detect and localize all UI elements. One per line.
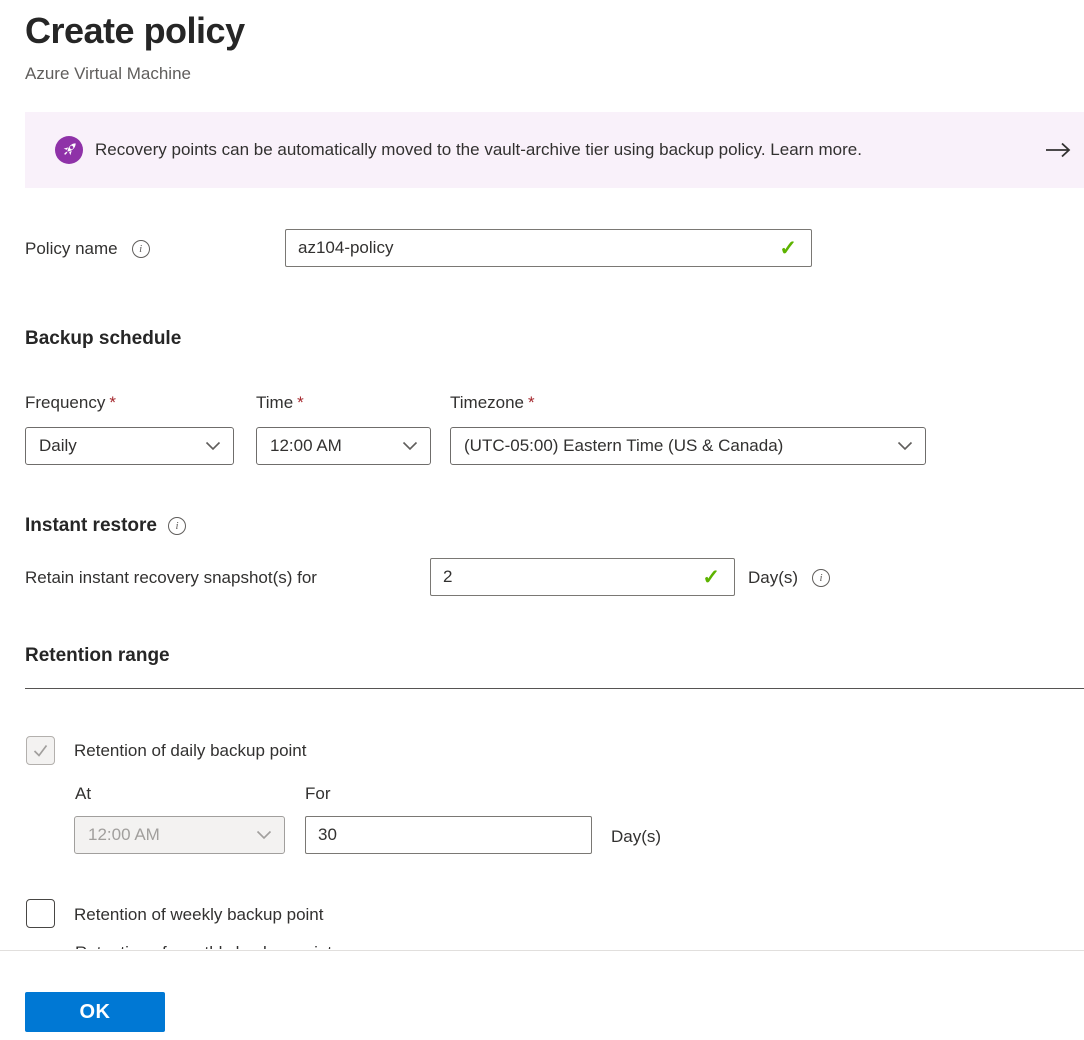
info-icon[interactable]: i xyxy=(132,240,150,258)
for-label: For xyxy=(305,784,331,804)
chevron-down-icon xyxy=(897,441,913,451)
timezone-label: Timezone* xyxy=(450,393,535,413)
retain-snapshot-label: Retain instant recovery snapshot(s) for xyxy=(25,568,317,588)
page-title: Create policy xyxy=(25,10,245,52)
daily-for-input[interactable] xyxy=(306,825,591,845)
frequency-dropdown[interactable]: Daily xyxy=(25,427,234,465)
policy-name-input[interactable] xyxy=(286,238,779,258)
backup-schedule-heading: Backup schedule xyxy=(25,328,181,350)
daily-at-value: 12:00 AM xyxy=(88,825,160,845)
section-divider xyxy=(25,688,1084,689)
footer-bar: OK xyxy=(0,950,1084,1040)
chevron-down-icon xyxy=(402,441,418,451)
chevron-down-icon xyxy=(205,441,221,451)
valid-check-icon: ✓ xyxy=(702,567,734,588)
required-marker: * xyxy=(109,393,116,412)
clipped-next-section-text: Retention of monthly backup point xyxy=(75,941,415,949)
rocket-icon xyxy=(55,136,83,164)
weekly-retention-checkbox[interactable] xyxy=(26,899,55,928)
vault-archive-banner: Recovery points can be automatically mov… xyxy=(25,112,1084,188)
info-icon[interactable]: i xyxy=(812,569,830,587)
snapshot-days-input[interactable] xyxy=(431,567,702,587)
retention-range-heading: Retention range xyxy=(25,645,170,667)
ok-button[interactable]: OK xyxy=(25,992,165,1032)
policy-name-label-row: Policy name i xyxy=(25,239,150,259)
snapshot-days-input-wrap: ✓ xyxy=(430,558,735,596)
at-label: At xyxy=(75,784,91,804)
snapshot-days-unit-row: Day(s) i xyxy=(748,568,830,588)
create-policy-blade: Create policy Azure Virtual Machine Reco… xyxy=(0,0,1084,1040)
required-marker: * xyxy=(297,393,304,412)
valid-check-icon: ✓ xyxy=(779,238,811,259)
instant-restore-heading: Instant restore i xyxy=(25,515,186,537)
timezone-dropdown[interactable]: (UTC-05:00) Eastern Time (US & Canada) xyxy=(450,427,926,465)
banner-text: Recovery points can be automatically mov… xyxy=(95,112,862,188)
weekly-retention-label: Retention of weekly backup point xyxy=(74,905,324,925)
time-label: Time* xyxy=(256,393,304,413)
frequency-label: Frequency* xyxy=(25,393,116,413)
policy-name-input-wrap: ✓ xyxy=(285,229,812,267)
days-unit-label: Day(s) xyxy=(748,568,798,588)
daily-retention-checkbox xyxy=(26,736,55,765)
policy-name-label: Policy name xyxy=(25,239,118,259)
time-dropdown[interactable]: 12:00 AM xyxy=(256,427,431,465)
daily-days-unit-label: Day(s) xyxy=(611,827,661,847)
frequency-value: Daily xyxy=(39,436,77,456)
daily-for-input-wrap xyxy=(305,816,592,854)
page-subtitle: Azure Virtual Machine xyxy=(25,64,191,84)
daily-retention-label: Retention of daily backup point xyxy=(74,741,307,761)
arrow-right-icon[interactable] xyxy=(1044,112,1072,188)
time-value: 12:00 AM xyxy=(270,436,342,456)
info-icon[interactable]: i xyxy=(168,517,186,535)
timezone-value: (UTC-05:00) Eastern Time (US & Canada) xyxy=(464,436,783,456)
chevron-down-icon xyxy=(256,830,272,840)
required-marker: * xyxy=(528,393,535,412)
daily-at-dropdown: 12:00 AM xyxy=(74,816,285,854)
